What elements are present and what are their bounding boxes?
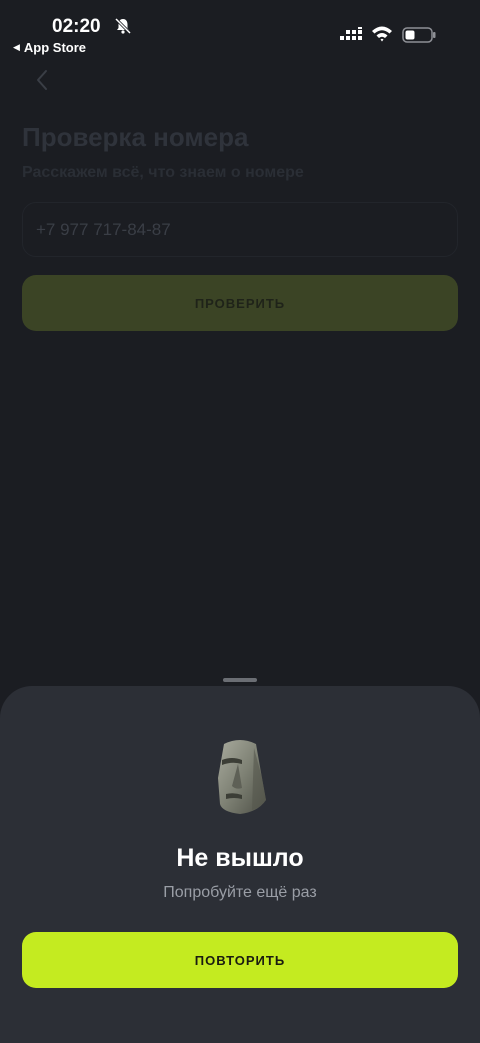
battery-icon xyxy=(402,27,436,43)
retry-button[interactable]: ПОВТОРИТЬ xyxy=(22,932,458,988)
bell-muted-icon xyxy=(114,17,132,35)
chevron-left-icon[interactable] xyxy=(32,68,52,92)
phone-number-input[interactable]: +7 977 717-84-87 xyxy=(22,202,458,257)
status-time: 02:20 xyxy=(52,16,101,37)
status-bar: 02:20 ◀ App Store xyxy=(0,0,480,60)
back-app-label: App Store xyxy=(23,40,87,55)
moai-icon xyxy=(218,740,266,814)
check-button[interactable]: ПРОВЕРИТЬ xyxy=(22,275,458,331)
sheet-title: Не вышло xyxy=(176,844,304,872)
sheet-subtitle: Попробуйте ещё раз xyxy=(163,884,317,901)
wifi-icon xyxy=(372,26,392,42)
back-triangle-icon: ◀ xyxy=(13,42,20,52)
page-subtitle: Расскажем всё, что знаем о номере xyxy=(22,164,304,181)
page-title: Проверка номера xyxy=(22,122,249,152)
back-to-app-store[interactable]: ◀ App Store xyxy=(13,40,86,55)
error-bottom-sheet: Не вышло Попробуйте ещё раз ПОВТОРИТЬ xyxy=(0,686,480,1043)
sheet-grabber[interactable] xyxy=(223,678,257,682)
cellular-signal-icon xyxy=(340,27,362,40)
